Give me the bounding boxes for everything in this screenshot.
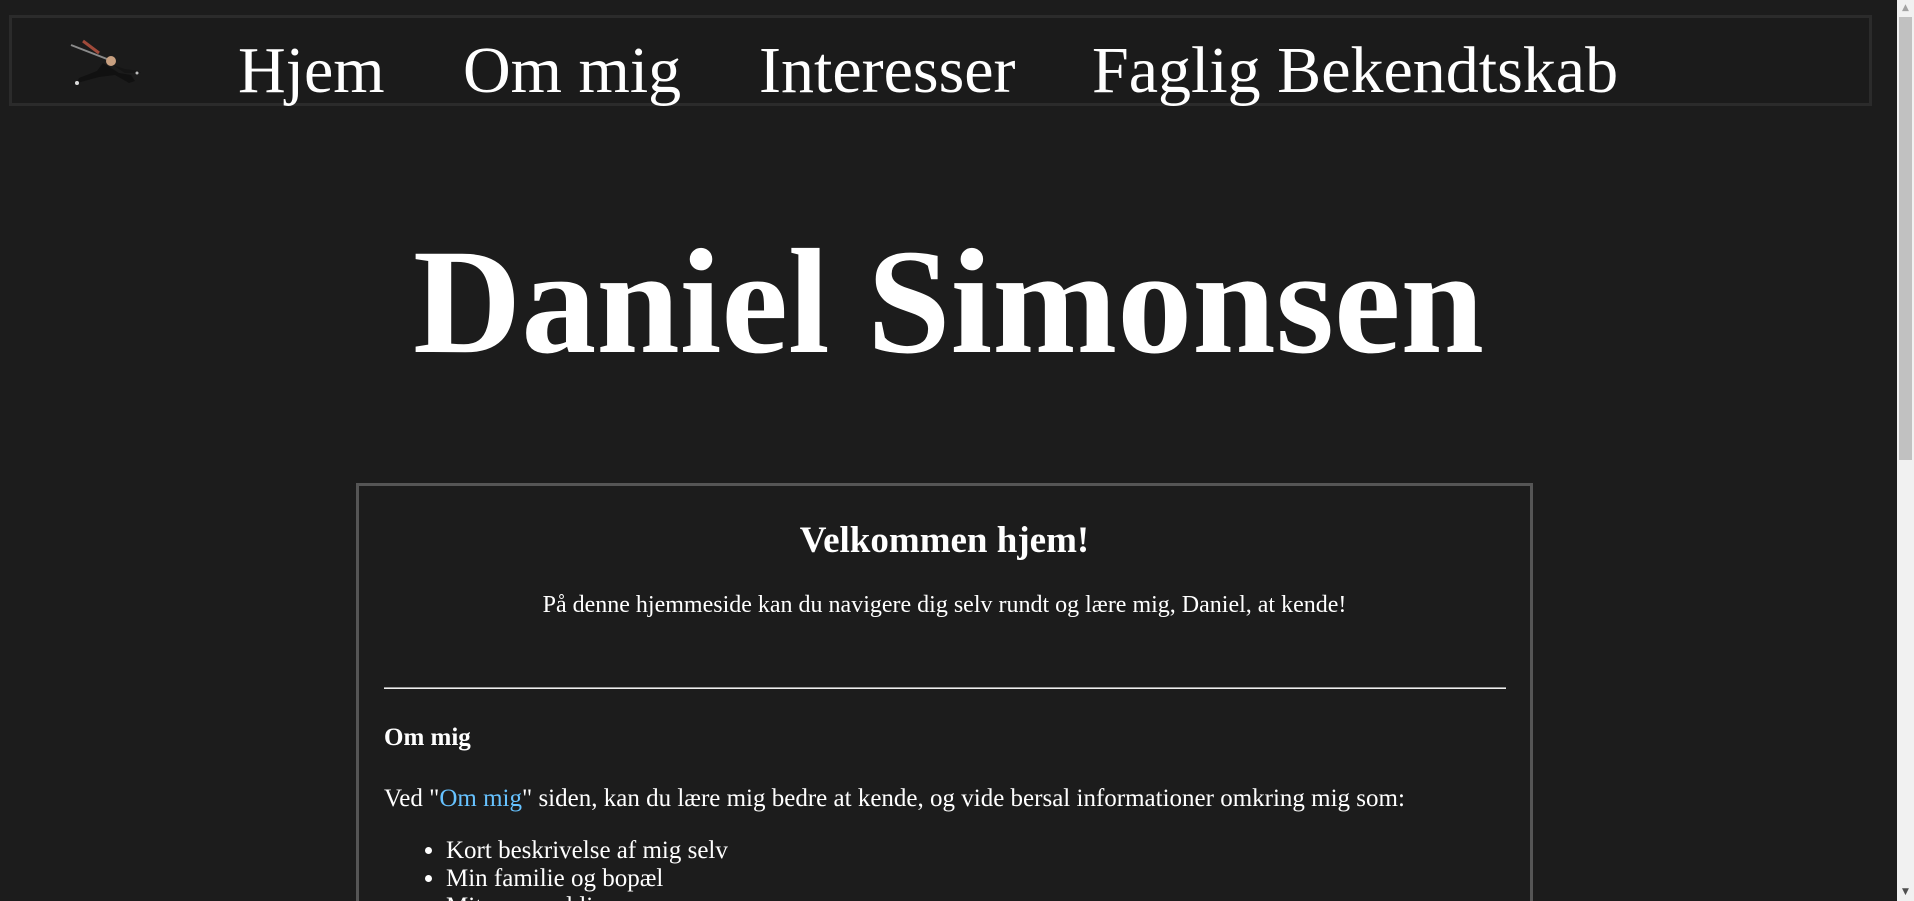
list-item: Kort beskrivelse af mig selv — [446, 837, 728, 865]
section-text-prefix: Ved " — [384, 785, 440, 812]
section-text-om-mig: Ved "Om mig" siden, kan du lære mig bedr… — [384, 784, 1405, 814]
om-mig-inline-link[interactable]: Om mig — [439, 785, 522, 812]
scrollbar-thumb[interactable] — [1899, 17, 1912, 460]
nav-link-hjem[interactable]: Hjem — [238, 38, 385, 104]
content-box: Velkommen hjem! På denne hjemmeside kan … — [356, 483, 1533, 901]
dancer-silhouette-icon[interactable] — [69, 33, 149, 88]
vertical-scrollbar[interactable]: ▲ ▼ — [1897, 0, 1914, 901]
divider — [384, 687, 1506, 689]
nav-link-om-mig[interactable]: Om mig — [463, 38, 681, 104]
browser-viewport: Hjem Om mig Interesser Faglig Bekendtska… — [0, 0, 1914, 901]
page: Hjem Om mig Interesser Faglig Bekendtska… — [0, 0, 1897, 901]
section-text-suffix: " siden, kan du lære mig bedre at kende,… — [522, 785, 1405, 812]
section-heading-om-mig: Om mig — [384, 724, 471, 751]
navigation-bar: Hjem Om mig Interesser Faglig Bekendtska… — [9, 15, 1872, 106]
nav-link-faglig-bekendtskab[interactable]: Faglig Bekendtskab — [1092, 38, 1618, 104]
scroll-up-arrow-icon[interactable]: ▲ — [1897, 0, 1914, 17]
om-mig-list: Kort beskrivelse af mig selv Min familie… — [384, 837, 728, 901]
list-item: Min familie og bopæl — [446, 865, 728, 893]
scroll-down-arrow-icon[interactable]: ▼ — [1897, 884, 1914, 901]
list-item: Mit personal liv — [446, 893, 728, 901]
welcome-text: På denne hjemmeside kan du navigere dig … — [542, 592, 1347, 618]
welcome-heading: Velkommen hjem! — [799, 520, 1090, 561]
page-title: Daniel Simonsen — [412, 219, 1485, 385]
nav-link-interesser[interactable]: Interesser — [759, 38, 1016, 104]
